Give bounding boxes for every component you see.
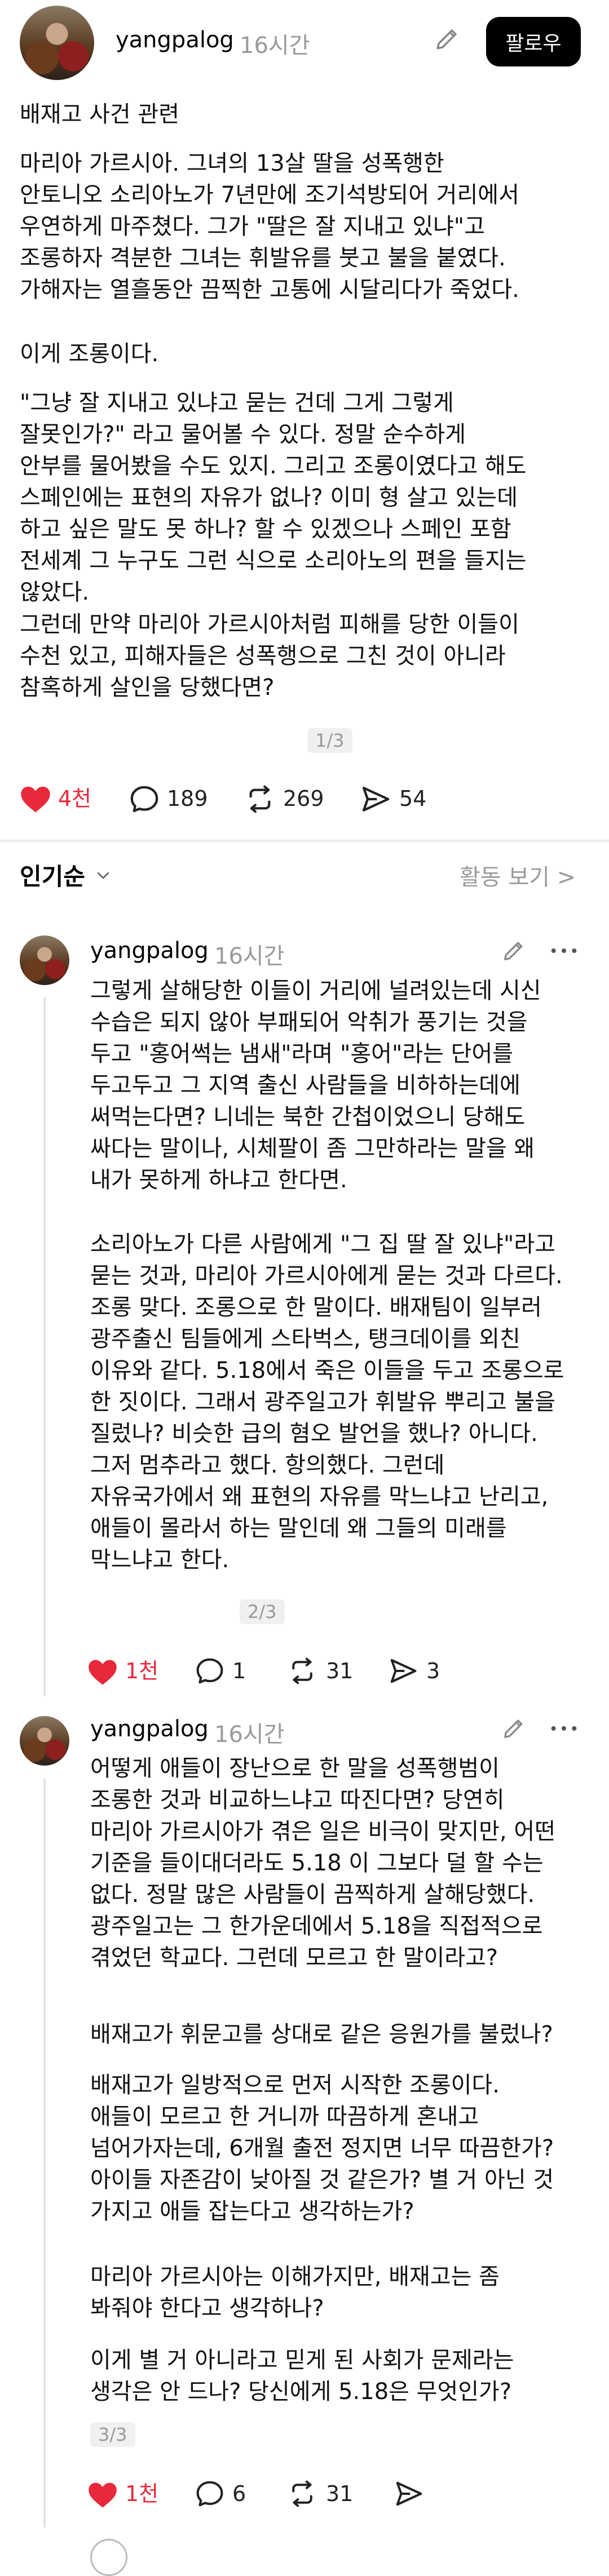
post-time: 16시간 — [240, 33, 310, 59]
more-icon[interactable] — [550, 942, 578, 959]
section-divider — [0, 840, 609, 842]
reply-paragraph: 그렇게 살해당한 이들이 거리에 널려있는데 시신 수습은 되지 않아 부패되어… — [90, 978, 541, 1193]
next-reply-avatar — [90, 2539, 127, 2576]
page-indicator: 1/3 — [307, 728, 352, 753]
thread-line — [43, 997, 46, 1696]
follow-button[interactable]: 팔로우 — [486, 17, 581, 66]
page-indicator: 2/3 — [240, 1599, 285, 1624]
reply-time: 16시간 — [214, 943, 285, 969]
share-count: 3 — [426, 1659, 440, 1683]
share-icon[interactable] — [388, 1656, 418, 1686]
repost-count: 269 — [283, 786, 324, 811]
post-title: 배재고 사건 관련 — [20, 101, 180, 127]
post-paragraph: "그냥 잘 지내고 있냐고 묻는 건데 그게 그렇게 잘못인가?" 라고 물어볼… — [20, 390, 527, 605]
heart-icon[interactable] — [20, 784, 51, 814]
comment-count: 6 — [232, 2481, 246, 2506]
share-icon[interactable] — [394, 2479, 424, 2509]
sort-dropdown[interactable]: 인기순 — [20, 858, 85, 892]
pencil-icon[interactable] — [501, 938, 527, 964]
heart-icon[interactable] — [87, 1658, 118, 1686]
pencil-icon[interactable] — [501, 1715, 527, 1741]
reply-avatar[interactable] — [20, 1716, 69, 1766]
comment-icon[interactable] — [195, 1656, 225, 1686]
reply-paragraph: 어떻게 애들이 장난으로 한 말을 성폭행범이 조롱한 것과 비교하느냐고 따진… — [90, 1755, 556, 1971]
reply-time: 16시간 — [214, 1722, 285, 1748]
post-paragraph: 마리아 가르시아. 그녀의 13살 딸을 성폭행한 안토니오 소리아노가 7년만… — [20, 150, 519, 303]
repost-icon[interactable] — [286, 1656, 318, 1686]
like-count: 4천 — [58, 786, 92, 811]
chevron-down-icon[interactable] — [95, 867, 112, 884]
post-avatar[interactable] — [20, 6, 94, 80]
heart-icon[interactable] — [87, 2481, 118, 2509]
repost-icon[interactable] — [244, 783, 276, 815]
comment-count: 1 — [232, 1659, 246, 1683]
reply-paragraph: 이게 별 거 아니라고 믿게 된 사회가 문제라는 생각은 안 드나? 당신에게… — [90, 2347, 514, 2405]
pencil-icon[interactable] — [433, 25, 461, 53]
reply-paragraph: 배재고가 일방적으로 먼저 시작한 조롱이다. 애들이 모르고 한 거니까 따끔… — [90, 2072, 554, 2224]
repost-count: 31 — [326, 2481, 354, 2506]
repost-count: 31 — [326, 1659, 354, 1683]
reply-username[interactable]: yangpalog — [90, 938, 209, 964]
page-indicator: 3/3 — [90, 2422, 135, 2447]
post-paragraph: 이게 조롱이다. — [20, 341, 159, 367]
reply-paragraph: 소리아노가 다른 사람에게 "그 집 딸 잘 있냐"라고 묻는 것과, 마리아 … — [90, 1231, 564, 1573]
reply-paragraph: 배재고가 휘문고를 상대로 같은 응원가를 불렀나? — [90, 2021, 553, 2047]
reply-avatar[interactable] — [20, 935, 69, 985]
post-paragraph: 그런데 만약 마리아 가르시아처럼 피해를 당한 이들이 수천 있고, 피해자들… — [20, 611, 519, 700]
repost-icon[interactable] — [286, 2479, 318, 2509]
share-count: 54 — [399, 786, 427, 811]
comment-count: 189 — [167, 786, 208, 811]
reply-paragraph: 마리아 가르시아는 이해가지만, 배재고는 좀 봐줘야 한다고 생각하나? — [90, 2264, 500, 2321]
like-count: 1천 — [125, 1659, 159, 1683]
post-username[interactable]: yangpalog — [116, 27, 234, 53]
thread-line — [43, 1778, 46, 2528]
activity-link[interactable]: 활동 보기 > — [460, 859, 576, 892]
comment-icon[interactable] — [129, 783, 160, 815]
more-icon[interactable] — [550, 1720, 578, 1737]
reply-username[interactable]: yangpalog — [90, 1716, 209, 1742]
comment-icon[interactable] — [195, 2479, 225, 2509]
share-icon[interactable] — [360, 783, 391, 815]
like-count: 1천 — [125, 2481, 159, 2506]
